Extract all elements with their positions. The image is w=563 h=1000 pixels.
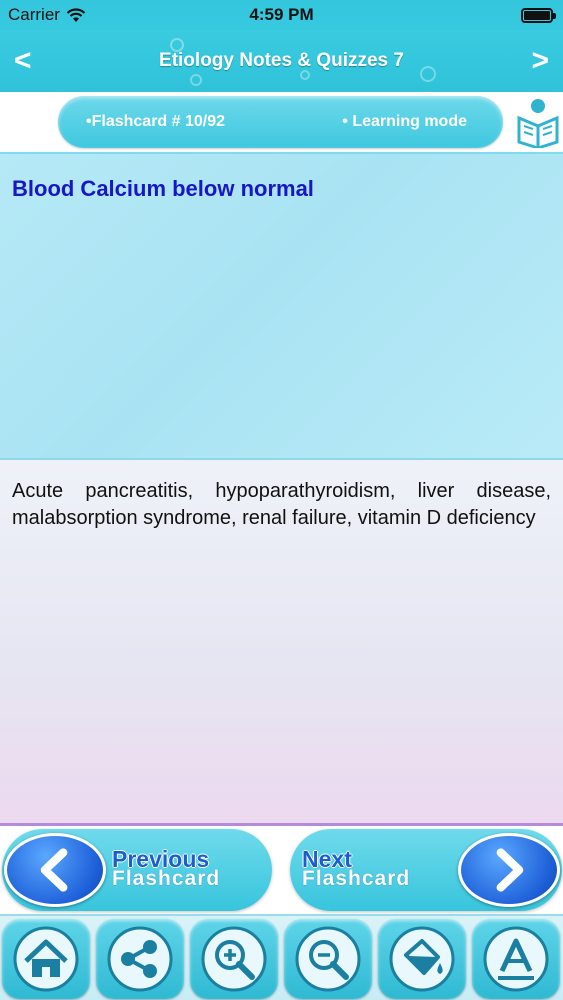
- previous-label-line1: Previous: [112, 846, 210, 872]
- share-button[interactable]: [96, 919, 184, 999]
- clock: 4:59 PM: [249, 5, 314, 24]
- next-flashcard-label: Next Flashcard: [302, 846, 411, 890]
- nav-bar: < Etiology Notes & Quizzes 7 >: [0, 30, 563, 92]
- flashcard-counter: •Flashcard # 10/92: [86, 113, 226, 130]
- answer-panel: Acute pancreatitis, hypoparathyroidism, …: [0, 460, 563, 826]
- zoom-out-button[interactable]: [284, 919, 372, 999]
- previous-flashcard-label: Previous Flashcard: [112, 846, 221, 890]
- zoom-in-icon: [201, 926, 267, 992]
- info-strip: •Flashcard # 10/92 • Learning mode: [0, 92, 563, 154]
- next-label-line1: Next: [302, 846, 352, 872]
- learning-mode-label: • Learning mode: [342, 113, 467, 130]
- zoom-out-icon: [295, 926, 361, 992]
- next-label-line2: Flashcard: [302, 867, 411, 890]
- bottom-toolbar: [0, 914, 563, 1000]
- share-icon: [107, 926, 173, 992]
- previous-flashcard-button[interactable]: Previous Flashcard: [2, 829, 272, 911]
- font-icon: [483, 926, 549, 992]
- answer-text: Acute pancreatitis, hypoparathyroidism, …: [12, 480, 551, 529]
- flashcard-info-pill: •Flashcard # 10/92 • Learning mode: [58, 96, 503, 148]
- color-theme-button[interactable]: [378, 919, 466, 999]
- battery-icon: [521, 8, 556, 23]
- next-flashcard-button[interactable]: Next Flashcard: [290, 829, 562, 911]
- arrow-left-icon: [4, 833, 106, 907]
- font-button[interactable]: [472, 919, 560, 999]
- bubble-decoration: [190, 74, 202, 86]
- reader-logo-icon: [517, 99, 559, 148]
- arrow-right-icon: [458, 833, 560, 907]
- question-panel: Blood Calcium below normal: [0, 154, 563, 460]
- home-icon: [13, 926, 79, 992]
- question-text: Blood Calcium below normal: [12, 176, 314, 201]
- flashcard-navigation: Previous Flashcard Next Flashcard: [0, 826, 563, 914]
- home-button[interactable]: [2, 919, 90, 999]
- back-button[interactable]: <: [14, 44, 32, 78]
- paint-bucket-icon: [389, 926, 455, 992]
- status-bar: Carrier 4:59 PM: [0, 0, 563, 30]
- page-title: Etiology Notes & Quizzes 7: [159, 50, 404, 71]
- zoom-in-button[interactable]: [190, 919, 278, 999]
- previous-label-line2: Flashcard: [112, 867, 221, 890]
- forward-button[interactable]: >: [531, 44, 549, 78]
